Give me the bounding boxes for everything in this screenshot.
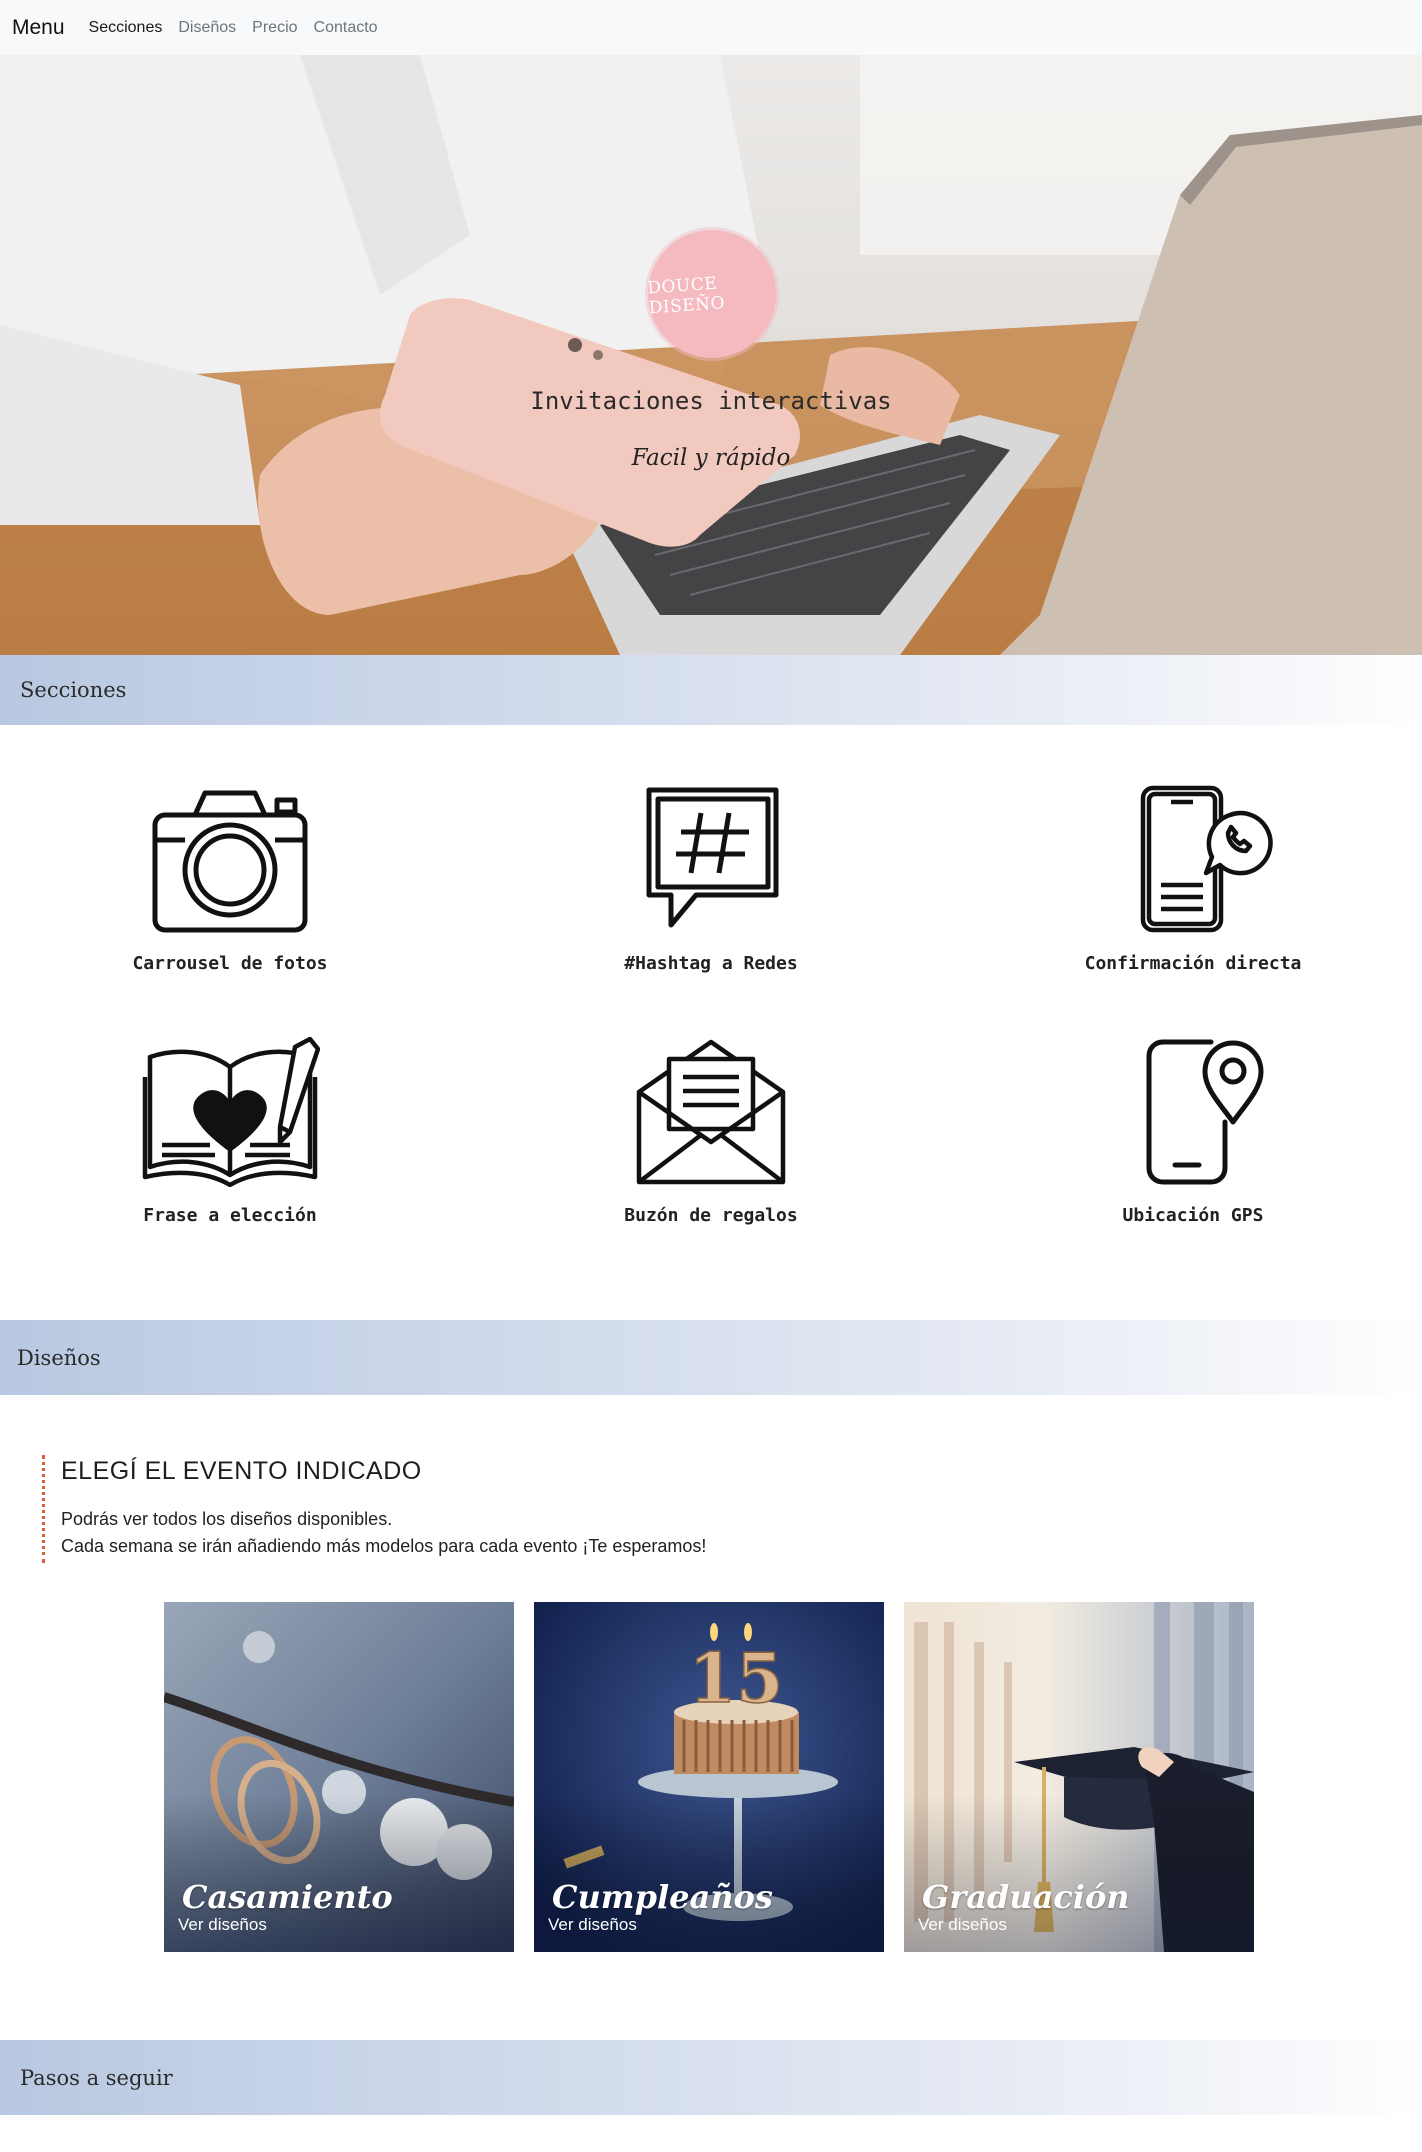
feature-label: Buzón de regalos	[624, 1205, 798, 1226]
hero-title: Invitaciones interactivas	[530, 387, 892, 415]
card-casamiento[interactable]: Casamiento Ver diseños	[164, 1602, 514, 1952]
camera-icon	[152, 790, 308, 933]
nav-link-secciones[interactable]: Secciones	[89, 19, 163, 37]
nav-link-disenos[interactable]: Diseños	[178, 19, 236, 37]
designs-heading: ELEGÍ EL EVENTO INDICADO	[61, 1457, 422, 1485]
hashtag-icon	[646, 787, 779, 928]
hero-subtitle: Facil y rápido	[631, 445, 791, 471]
section-title-disenos: Diseños	[17, 1345, 101, 1370]
feature-label: Carrousel de fotos	[132, 953, 328, 974]
section-title-secciones: Secciones	[20, 678, 127, 702]
designs-line-2: Cada semana se irán añadiendo más modelo…	[61, 1536, 707, 1556]
card-title: Casamiento	[182, 1878, 393, 1916]
section-header-pasos: Pasos a seguir	[0, 2040, 1422, 2115]
card-link[interactable]: Ver diseños	[178, 1915, 267, 1935]
feature-hashtag: #Hashtag a Redes	[471, 785, 951, 974]
designs-line-1: Podrás ver todos los diseños disponibles…	[61, 1509, 393, 1529]
feature-label: Ubicación GPS	[1122, 1205, 1264, 1226]
logo-text: DOUCE DISEÑO	[646, 273, 726, 319]
nav-link-contacto[interactable]: Contacto	[314, 19, 378, 37]
card-title: Graduación	[922, 1878, 1130, 1916]
feature-buzon: Buzón de regalos	[471, 1037, 951, 1226]
card-link[interactable]: Ver diseños	[548, 1915, 637, 1935]
feature-gps: Ubicación GPS	[953, 1037, 1422, 1226]
feature-confirmacion: Confirmación directa	[953, 785, 1422, 974]
top-navbar: Menu Secciones Diseños Precio Contacto	[0, 0, 1422, 55]
card-title: Cumpleaños	[552, 1878, 773, 1916]
section-title-pasos: Pasos a seguir	[20, 2065, 173, 2090]
designs-intro: ELEGÍ EL EVENTO INDICADO Podrás ver todo…	[42, 1455, 706, 1563]
card-link[interactable]: Ver diseños	[918, 1915, 1007, 1935]
card-graduacion[interactable]: Graduación Ver diseños	[904, 1602, 1254, 1952]
feature-label: #Hashtag a Redes	[624, 953, 798, 974]
brand-logo: DOUCE DISEÑO	[646, 230, 776, 358]
card-cumpleanos[interactable]: 15 Cumpleaños Ver diseños	[534, 1602, 884, 1952]
feature-label: Confirmación directa	[1084, 953, 1302, 974]
feature-label: Frase a elección	[143, 1205, 317, 1226]
book-heart-icon	[142, 1037, 320, 1187]
feature-carrousel: Carrousel de fotos	[0, 785, 470, 974]
section-header-disenos: Diseños	[0, 1320, 1422, 1395]
section-header-secciones: Secciones	[0, 655, 1422, 725]
hero-banner: DOUCE DISEÑO Invitaciones interactivas F…	[0, 55, 1422, 655]
feature-frase: Frase a elección	[0, 1037, 470, 1226]
menu-brand[interactable]: Menu	[12, 16, 65, 40]
envelope-icon	[636, 1039, 786, 1185]
nav-link-precio[interactable]: Precio	[252, 19, 297, 37]
gps-phone-icon	[1146, 1039, 1264, 1185]
phone-confirm-icon	[1140, 785, 1273, 933]
